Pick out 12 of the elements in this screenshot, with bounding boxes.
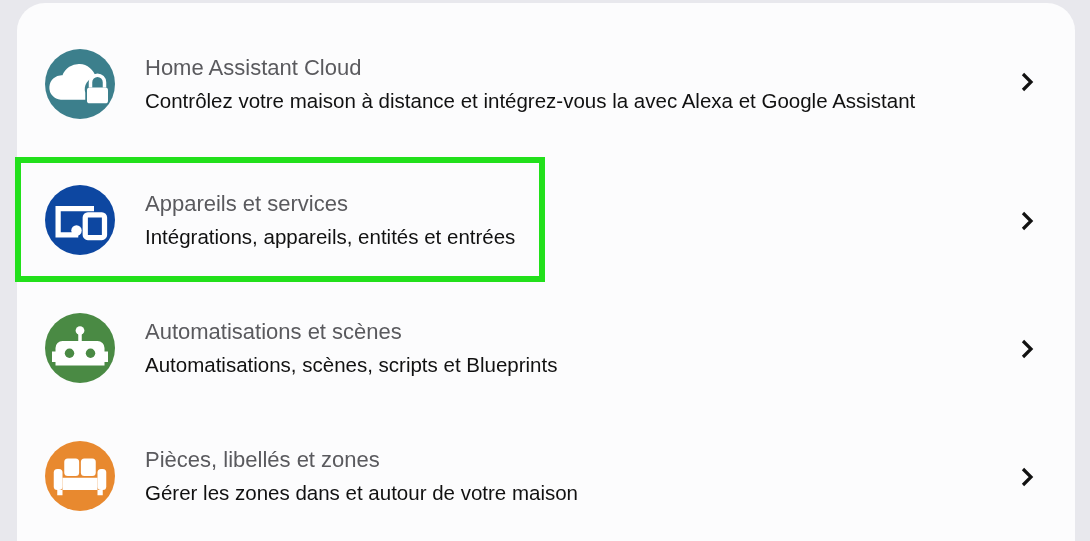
item-description: Intégrations, appareils, entités et entrées (145, 223, 516, 250)
item-description: Gérer les zones dans et autour de votre maison (145, 479, 578, 506)
item-title: Home Assistant Cloud (145, 53, 363, 82)
settings-item[interactable]: Pièces, libellés et zones Gérer les zones dans et autour de votre maison (15, 413, 608, 538)
item-title: Automatisations et scènes (145, 317, 403, 346)
settings-item[interactable]: Automatisations et scènes Automatisations, scènes, scripts et Blueprints (15, 285, 588, 410)
settings-item[interactable]: Home Assistant Cloud Contrôlez votre maison à distance et intégrez-vous la avec Alexa et Google Assistant (15, 13, 946, 154)
item-title: Appareils et services (145, 189, 349, 218)
item-description: Contrôlez votre maison à distance et intégrez-vous la avec Alexa et Google Assistant (145, 87, 916, 114)
highlight-frame[interactable]: Appareils et services Intégrations, appareils, entités et entrées (15, 157, 546, 282)
item-title: Pièces, libellés et zones (145, 445, 381, 474)
item-description: Automatisations, scènes, scripts et Blueprints (145, 351, 558, 378)
